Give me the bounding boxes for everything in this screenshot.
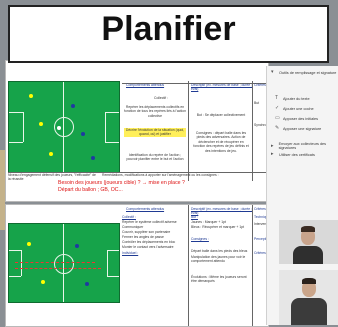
chevron-right-icon: ▸ — [271, 142, 274, 149]
bottom-line-left-2: Couvrir, suppléer son partenaire — [122, 230, 171, 234]
panel-item-label: Utiliser des certificats — [279, 152, 315, 157]
panel-item-label: Outils de remplissage et signature — [279, 70, 337, 75]
top-cell-but: But : Se déplacer collectivement — [196, 113, 246, 117]
panel-item-add-text[interactable]: T Ajouter du texte — [275, 96, 310, 101]
panel-item-label: Apposer des initiales — [283, 116, 319, 121]
bottom-document-page: Comportements attendus Descriptif (ex. m… — [5, 204, 269, 327]
top-red-note-1: Besoin des joueurs (joueurs cible) ? → m… — [58, 180, 185, 186]
panel-item-signature[interactable]: ✎ Apposer une signature — [275, 126, 321, 131]
panel-item-label: Ajouter une coche — [283, 106, 314, 111]
bottom-line-left-1: Communiquer — [122, 225, 144, 229]
top-document-page: Comportements attendus Descriptif (ex. m… — [5, 60, 272, 202]
panel-item-initials[interactable]: ▭ Apposer des initiales — [275, 116, 318, 121]
panel-item-label: Apposer une signature — [283, 126, 322, 131]
bottom-line-left-4: Contrôler les déplacements en bloc — [122, 240, 176, 244]
chevron-right-icon: ▸ — [271, 151, 274, 157]
top-cell-consignes: Consignes : départ balle dans les pieds … — [193, 131, 249, 153]
bottom-line-mid-6: Évolutions : Même les joueurs seront êtr… — [191, 275, 247, 284]
top-remediation: Remédiations, modifications à apporter s… — [102, 173, 219, 177]
bottom-line-mid-5: Manipulation des jaunes pour voir le com… — [191, 255, 246, 264]
webcam-feed-2[interactable] — [279, 270, 338, 325]
text-icon: T — [275, 95, 279, 101]
top-pitch-diagram — [8, 81, 120, 173]
bottom-col-header-1: Comportements attendus — [126, 207, 165, 211]
bottom-line-mid-0: But : — [191, 215, 198, 219]
top-cell-identification: Identification du repère de l'action ; p… — [126, 153, 184, 162]
chevron-down-icon: ▾ — [271, 69, 274, 75]
bottom-line-mid-2: Bleus : Récupérer et marquer + 1pt — [191, 225, 245, 229]
panel-item-certificates[interactable]: ▸ Utiliser des certificats — [271, 152, 315, 157]
top-cell-decrire: Décrire l'évolution de la situation (quo… — [124, 128, 186, 137]
bottom-cell-collectif: Collectif : — [122, 215, 136, 219]
webcam-person-2-body — [291, 298, 327, 325]
panel-item-label: Envoyer aux collecteurs des signatures — [278, 142, 327, 150]
bottom-pitch-diagram — [8, 223, 120, 303]
initials-icon: ▭ — [275, 115, 280, 121]
bottom-line-left-0: Repérer le système collectif adverse — [122, 220, 177, 224]
panel-item-fill-sign[interactable]: ▾ Outils de remplissage et signature — [271, 70, 336, 75]
panel-item-send-signatures[interactable]: ▸ Envoyer aux collecteurs des signatures — [271, 142, 338, 150]
checkmark-icon: ✓ — [275, 105, 280, 111]
page-title: Planifier — [101, 10, 236, 48]
title-banner: Planifier — [8, 5, 329, 63]
top-cell-collectif: Collectif : — [154, 96, 168, 100]
bottom-individuel: Individuel : — [122, 251, 139, 255]
top-col-header-2: Descriptif (ex. mesures de base ; durée … — [191, 83, 253, 92]
panel-item-label: Ajouter du texte — [283, 96, 310, 101]
top-col-header-1: Comportements attendus — [126, 83, 165, 87]
bottom-line-mid-3: Consignes : — [191, 237, 209, 241]
bottom-line-left-5: Monter le contact vers l'adversaire — [122, 245, 174, 249]
webcam-feed-1[interactable] — [279, 220, 338, 264]
bottom-line-left-3: Fermer les angles de passe — [122, 235, 164, 239]
top-red-note-2: Départ du ballon ; GB, OC... — [58, 187, 123, 193]
webcam-person-1-body — [293, 246, 323, 264]
bottom-line-mid-4: Départ balle dans les pieds des bleus — [191, 249, 248, 253]
top-cell-reperer: Repérer les déplacements collectifs en f… — [124, 105, 186, 118]
pen-icon: ✎ — [275, 125, 280, 131]
panel-item-add-check[interactable]: ✓ Ajouter une coche — [275, 106, 314, 111]
bottom-line-mid-1: Jaunes : Marquer + 1pt — [191, 220, 226, 224]
